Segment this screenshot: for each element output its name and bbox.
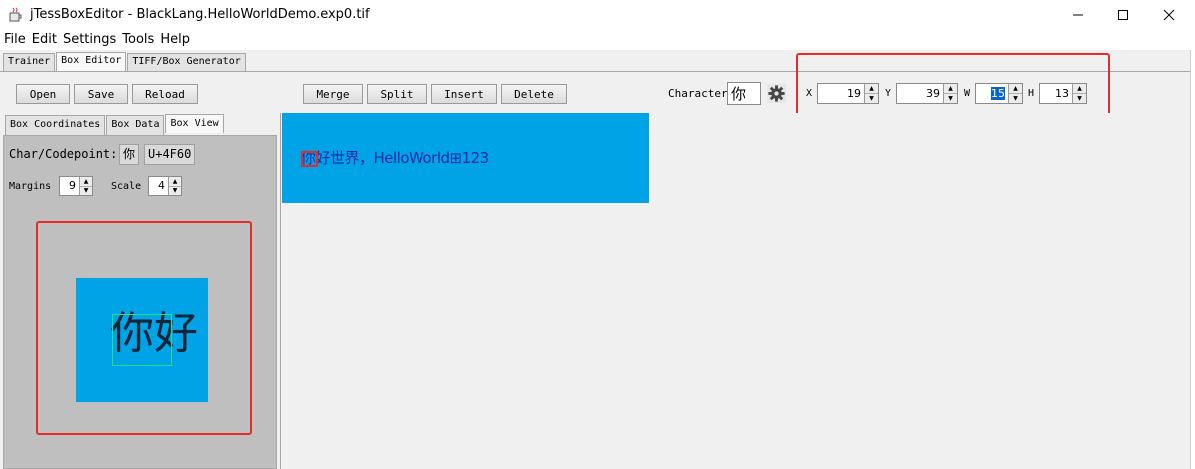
close-button[interactable] xyxy=(1146,0,1192,30)
open-button[interactable]: Open xyxy=(16,84,70,104)
margins-label: Margins xyxy=(9,181,52,192)
title-bar: jTessBoxEditor - BlackLang.HelloWorldDem… xyxy=(0,0,1195,30)
down-arrow-icon[interactable]: ▼ xyxy=(169,186,181,195)
reload-button[interactable]: Reload xyxy=(132,84,198,104)
box-view-panel: Char/Codepoint: 你 U+4F60 Margins 9 ▲ ▼ Sc… xyxy=(3,135,277,469)
maximize-button[interactable] xyxy=(1100,0,1146,30)
tab-trainer[interactable]: Trainer xyxy=(3,53,56,71)
char-display: 你 xyxy=(119,144,140,165)
close-icon xyxy=(1163,9,1175,21)
maximize-icon xyxy=(1118,10,1128,20)
selected-box[interactable] xyxy=(301,151,318,167)
margins-spinner[interactable]: 9 ▲ ▼ xyxy=(59,176,93,196)
minimize-icon xyxy=(1073,14,1083,16)
tab-box-coordinates[interactable]: Box Coordinates xyxy=(5,115,106,135)
codepoint-label: Char/Codepoint: xyxy=(9,147,118,161)
codepoint-display: U+4F60 xyxy=(144,144,196,165)
right-edge xyxy=(1190,50,1195,469)
menu-bar: File Edit Settings Tools Help xyxy=(0,30,1195,50)
scale-spinner[interactable]: 4 ▲ ▼ xyxy=(148,176,182,196)
image-text: 你好世界，HelloWorld⊞123 xyxy=(301,149,489,167)
menu-file[interactable]: File xyxy=(4,30,26,50)
menu-edit[interactable]: Edit xyxy=(32,30,57,50)
zoom-highlight xyxy=(36,221,252,435)
tab-box-view[interactable]: Box View xyxy=(165,114,224,133)
up-arrow-icon[interactable]: ▲ xyxy=(80,177,92,187)
image-preview: 你好世界，HelloWorld⊞123 xyxy=(282,113,649,203)
insert-button[interactable]: Insert xyxy=(431,84,497,104)
menu-help[interactable]: Help xyxy=(160,30,190,50)
left-panel: Box Coordinates Box Data Box View Char/C… xyxy=(0,113,281,469)
coffee-cup-icon xyxy=(9,7,22,22)
minimize-button[interactable] xyxy=(1055,0,1101,30)
left-tabs: Box Coordinates Box Data Box View xyxy=(5,114,225,135)
merge-button[interactable]: Merge xyxy=(303,84,363,104)
menu-settings[interactable]: Settings xyxy=(63,30,116,50)
tab-tiff-box-generator[interactable]: TIFF/Box Generator xyxy=(127,53,246,71)
menu-tools[interactable]: Tools xyxy=(122,30,154,50)
split-button[interactable]: Split xyxy=(367,84,427,104)
scale-label: Scale xyxy=(111,181,142,192)
character-label: Character xyxy=(668,87,728,100)
save-button[interactable]: Save xyxy=(74,84,128,104)
margins-value[interactable]: 9 xyxy=(60,177,79,195)
up-arrow-icon[interactable]: ▲ xyxy=(169,177,181,187)
image-canvas[interactable]: 你好世界，HelloWorld⊞123 xyxy=(282,113,1195,469)
gear-icon[interactable] xyxy=(767,84,786,103)
main-tabs: Trainer Box Editor TIFF/Box Generator xyxy=(3,52,247,71)
character-field[interactable]: 你 xyxy=(727,82,761,105)
scale-value[interactable]: 4 xyxy=(149,177,168,195)
window-title: jTessBoxEditor - BlackLang.HelloWorldDem… xyxy=(30,7,370,22)
tab-box-editor[interactable]: Box Editor xyxy=(56,52,127,71)
tab-box-data[interactable]: Box Data xyxy=(106,115,165,135)
down-arrow-icon[interactable]: ▼ xyxy=(80,186,92,195)
delete-button[interactable]: Delete xyxy=(501,84,567,104)
